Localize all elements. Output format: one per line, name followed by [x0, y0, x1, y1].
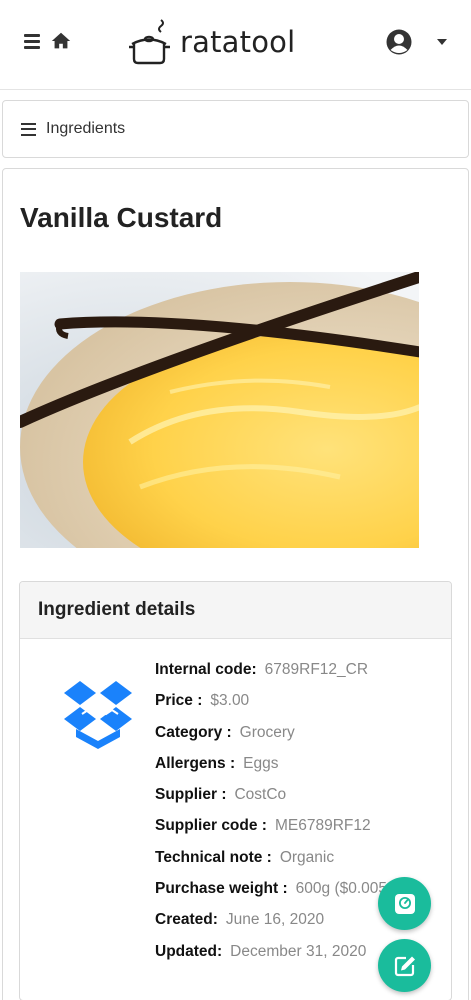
caret-down-icon[interactable] — [437, 39, 447, 45]
top-navbar: ratatool — [0, 0, 471, 90]
scale-fab-button[interactable] — [378, 877, 431, 930]
brand-logo[interactable]: ratatool — [128, 16, 295, 68]
bars-icon — [21, 122, 36, 136]
breadcrumb-label: Ingredients — [46, 120, 126, 137]
brand-name: ratatool — [180, 25, 296, 59]
ingredient-photo — [20, 272, 419, 548]
detail-technical-note: Technical note : Organic — [155, 848, 335, 866]
detail-internal-code: Internal code: 6789RF12_CR — [155, 661, 369, 678]
breadcrumb[interactable]: Ingredients — [2, 100, 469, 158]
detail-allergens: Allergens : Eggs — [155, 754, 279, 772]
details-heading: Ingredient details — [20, 582, 451, 639]
detail-category: Category : Grocery — [155, 723, 295, 741]
page-title: Vanilla Custard — [20, 202, 223, 233]
kitchen-scale-icon — [394, 893, 415, 914]
dropbox-box-icon — [64, 681, 132, 749]
detail-price: Price : $3.00 — [155, 692, 250, 710]
home-icon[interactable] — [50, 30, 72, 52]
detail-supplier: Supplier : CostCo — [155, 786, 287, 804]
edit-icon — [394, 956, 415, 976]
user-circle-icon[interactable] — [386, 29, 412, 55]
ingredient-details-panel: Ingredient details Internal code: 6789RF1… — [19, 581, 452, 1000]
cooking-pot-icon — [129, 19, 170, 65]
detail-supplier-code: Supplier code : ME6789RF12 — [155, 817, 371, 835]
bars-icon[interactable] — [24, 34, 40, 50]
edit-fab-button[interactable] — [378, 939, 431, 992]
